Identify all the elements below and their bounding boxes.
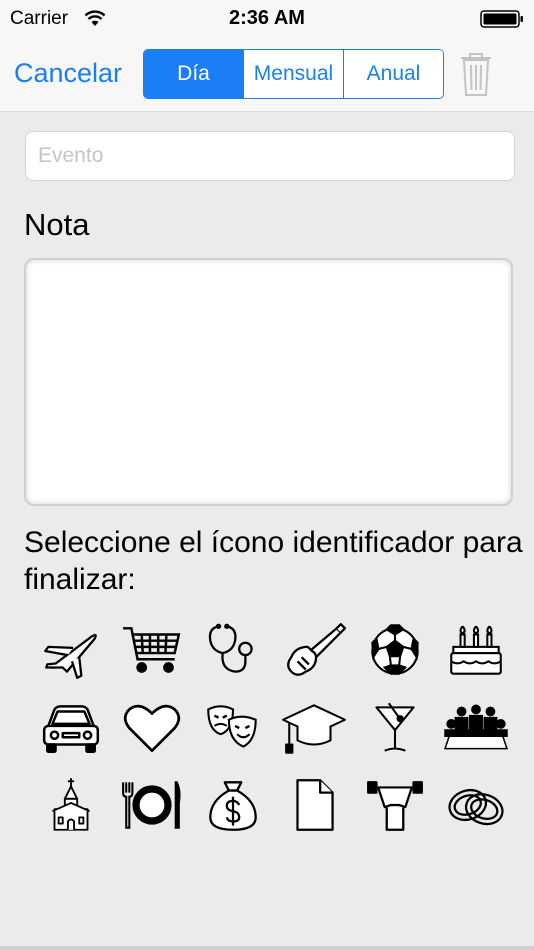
- event-input[interactable]: [25, 131, 515, 181]
- soccer-ball-icon[interactable]: [354, 612, 435, 689]
- cocktail-glass-icon[interactable]: [354, 689, 435, 766]
- segment-anual[interactable]: Anual: [344, 50, 443, 98]
- electric-guitar-icon[interactable]: [273, 612, 354, 689]
- heart-icon[interactable]: [111, 689, 192, 766]
- weightlifter-icon[interactable]: [354, 766, 435, 843]
- theater-masks-icon[interactable]: [192, 689, 273, 766]
- note-label: Nota: [24, 207, 90, 242]
- airplane-icon[interactable]: [30, 612, 111, 689]
- select-icon-instruction: Seleccione el ícono identificador para f…: [24, 526, 523, 596]
- segment-dia[interactable]: Día: [144, 50, 244, 98]
- plate-cutlery-icon[interactable]: [111, 766, 192, 843]
- bottom-edge: [0, 946, 534, 950]
- shopping-cart-icon[interactable]: [111, 612, 192, 689]
- segment-mensual[interactable]: Mensual: [244, 50, 344, 98]
- meeting-table-icon[interactable]: [435, 689, 516, 766]
- birthday-cake-icon[interactable]: [435, 612, 516, 689]
- wedding-rings-icon[interactable]: [435, 766, 516, 843]
- note-textarea[interactable]: [24, 258, 513, 506]
- period-segmented-control: Día Mensual Anual: [143, 49, 444, 99]
- trash-icon[interactable]: [458, 51, 494, 97]
- graduation-cap-icon[interactable]: [273, 689, 354, 766]
- cancel-button[interactable]: Cancelar: [14, 58, 122, 89]
- money-bag-icon[interactable]: [192, 766, 273, 843]
- car-icon[interactable]: [30, 689, 111, 766]
- navigation-bar: Cancelar Día Mensual Anual: [0, 38, 534, 112]
- clock: 2:36 AM: [229, 7, 305, 29]
- stethoscope-icon[interactable]: [192, 612, 273, 689]
- icon-picker-grid: [30, 612, 510, 843]
- status-bar: Carrier 2:36 AM: [0, 0, 534, 38]
- church-icon[interactable]: [30, 766, 111, 843]
- document-icon[interactable]: [273, 766, 354, 843]
- battery-icon: [480, 10, 523, 28]
